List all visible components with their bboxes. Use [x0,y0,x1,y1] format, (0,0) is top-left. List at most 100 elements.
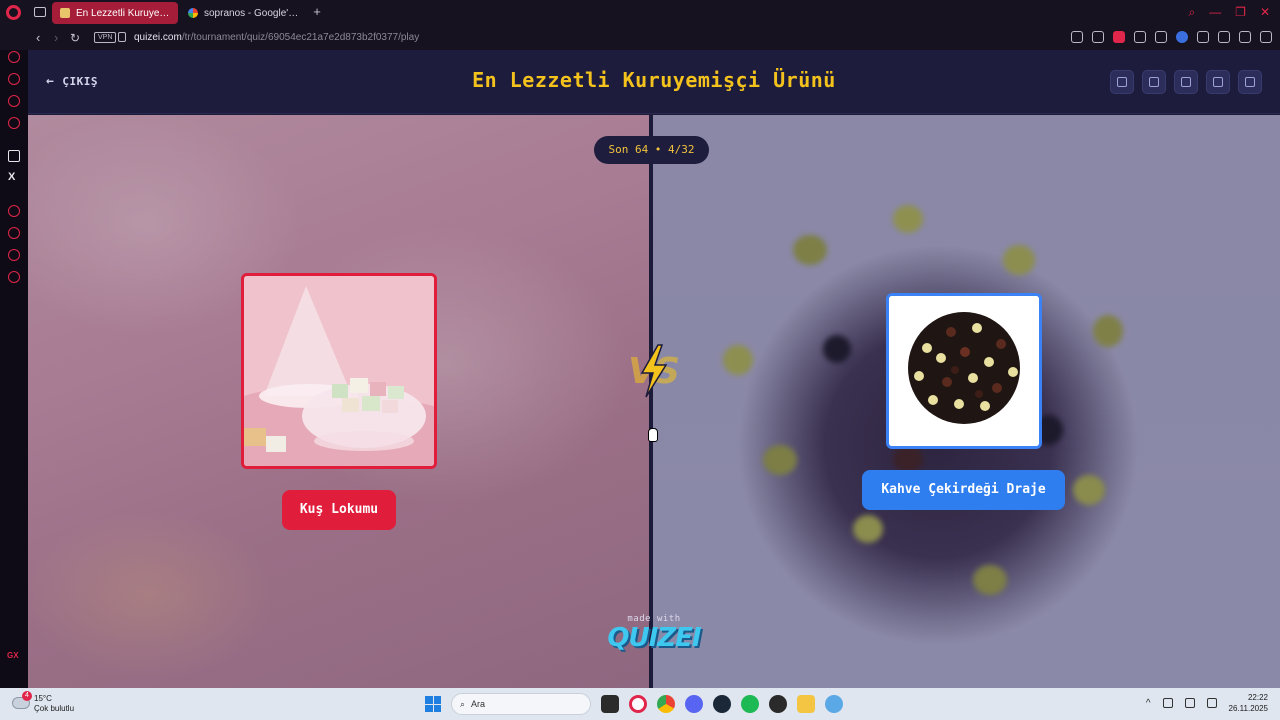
close-button[interactable]: ✕ [1260,5,1270,19]
play-icon[interactable] [1134,31,1146,43]
new-tab-button[interactable]: + [310,5,324,19]
player-icon[interactable] [8,205,20,217]
send-button[interactable] [1174,70,1198,94]
menu-icon[interactable] [1260,31,1272,43]
flag-icon [1213,77,1223,87]
back-arrow-icon[interactable]: ‹ [36,30,40,46]
date: 26.11.2025 [1228,704,1268,713]
puzzle-icon[interactable] [1218,31,1230,43]
window-controls: ⌕ — ❐ ✕ [1188,5,1270,19]
hand-cursor-icon [648,428,658,442]
system-tray: ^ 22:22 26.11.2025 [1146,692,1268,714]
google-favicon-icon [188,8,198,18]
translate-icon[interactable] [1197,31,1209,43]
clock[interactable]: 22:22 26.11.2025 [1229,692,1268,714]
temperature: 15°C [34,694,52,703]
settings-app-icon[interactable] [825,695,843,713]
x-twitter-icon[interactable]: X [8,171,15,183]
history-icon[interactable] [8,227,20,239]
quiz-header: ← ÇIKIŞ En Lezzetli Kuruyemişçi Ürünü [28,50,1280,114]
forward-arrow-icon[interactable]: › [54,30,58,46]
opera-logo-icon[interactable] [6,5,21,20]
opera-gx-taskbar-icon[interactable] [629,695,647,713]
bag-icon[interactable] [8,73,20,85]
windows-start-icon[interactable] [425,696,441,712]
share-icon [1149,77,1159,87]
url-field[interactable]: quizei.com/tr/tournament/quiz/69054ec21a… [134,32,419,43]
windows-taskbar: 4 15°C Çok bulutlu ⌕ Ara ^ 22:22 26.11.2… [0,688,1280,720]
address-bar-actions [1071,31,1272,43]
weather-widget[interactable]: 4 15°C Çok bulutlu [10,691,120,716]
round-indicator: Son 64 • 4/32 [594,136,709,164]
heart-icon[interactable] [1155,31,1167,43]
search-placeholder: Ara [471,699,486,709]
chevron-up-tray-icon[interactable]: ^ [1146,698,1151,709]
mail-icon[interactable] [8,117,20,129]
quiz-title: En Lezzetli Kuruyemişçi Ürünü [472,68,836,92]
fullscreen-button[interactable] [1238,70,1262,94]
quiz-page: ← ÇIKIŞ En Lezzetli Kuruyemişçi Ürünü So… [28,50,1280,688]
weather-description: Çok bulutlu [34,704,75,713]
taskbar-search[interactable]: ⌕ Ara [451,693,591,715]
versus-badge: VS [620,343,686,399]
search-tabs-icon[interactable]: ⌕ [1188,5,1195,19]
steam-icon[interactable] [713,695,731,713]
gx-icon[interactable]: GX [7,651,19,660]
turkish-delight-bowl-illustration [244,276,434,466]
share-button[interactable] [1142,70,1166,94]
undo-button[interactable] [1110,70,1134,94]
download-icon[interactable] [1239,31,1251,43]
microphone-icon[interactable] [1162,698,1173,708]
settings-gear-icon[interactable] [8,271,20,283]
vpn-badge[interactable]: VPN [94,32,117,43]
url-host: quizei.com [134,32,182,43]
adblock-icon[interactable] [1113,31,1125,43]
address-bar: ‹ › ↻ VPN quizei.com/tr/tournament/quiz/… [0,26,1280,50]
aria-icon[interactable] [8,51,20,63]
lock-icon[interactable] [118,32,126,42]
game-app-icon[interactable] [769,695,787,713]
tab-label: sopranos - Google'da Ara [204,7,302,19]
opera-sidebar: X GX [0,50,28,688]
twitch-icon[interactable] [8,95,20,107]
spotify-icon[interactable] [741,695,759,713]
tab-label: En Lezzetli Kuruyemişçi Ü [76,7,170,19]
tab-quiz[interactable]: En Lezzetli Kuruyemişçi Ü [52,2,178,24]
flag-button[interactable] [1206,70,1230,94]
quizei-logo[interactable]: QUIZEI [28,623,1280,653]
network-icon[interactable] [1184,698,1195,708]
lightning-bolt-icon [640,344,668,398]
fullscreen-icon [1245,77,1255,87]
notification-badge: 4 [22,691,32,701]
tab-google[interactable]: sopranos - Google'da Ara [180,2,310,24]
chrome-icon[interactable] [657,695,675,713]
coffee-bean-dragee-illustration [889,296,1039,446]
matchup-arena: Son 64 • 4/32 Kuş Lokumu Kahve Çekirdeği… [28,115,1280,688]
minimize-button[interactable]: — [1209,5,1221,19]
file-explorer-icon[interactable] [797,695,815,713]
center-divider [649,115,653,688]
quizei-favicon-icon [60,8,70,18]
task-view-icon[interactable] [601,695,619,713]
tab-menu-icon[interactable] [34,7,46,17]
undo-icon [1117,77,1127,87]
time: 22:22 [1247,693,1268,702]
kus-lokumu-image[interactable] [241,273,437,469]
reload-icon[interactable]: ↻ [70,30,80,46]
send-icon [1181,77,1191,87]
volume-icon[interactable] [1206,698,1217,708]
crop-icon[interactable] [1092,31,1104,43]
discord-icon[interactable] [685,695,703,713]
snapshot-icon[interactable] [1071,31,1083,43]
extensions-icon[interactable] [8,249,20,261]
kus-lokumu-button[interactable]: Kuş Lokumu [282,490,396,530]
kahve-cekirdegi-draje-image[interactable] [886,293,1042,449]
arc-icon[interactable] [8,150,20,162]
extension-icon[interactable] [1176,31,1188,43]
maximize-button[interactable]: ❐ [1235,5,1246,19]
url-path: /tr/tournament/quiz/69054ec21a7e2d873b2f… [181,32,420,43]
search-icon: ⌕ [460,698,466,709]
header-actions [1110,70,1262,94]
browser-tab-bar: En Lezzetli Kuruyemişçi Ü sopranos - Goo… [0,0,1280,26]
kahve-cekirdegi-draje-button[interactable]: Kahve Çekirdeği Draje [862,470,1065,510]
